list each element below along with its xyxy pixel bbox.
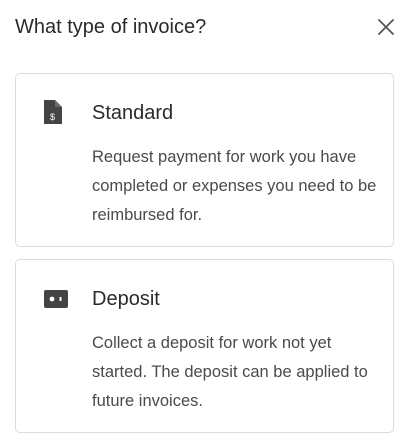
- option-description: Collect a deposit for work not yet start…: [92, 334, 368, 410]
- deposit-card-icon: [44, 286, 68, 313]
- option-description: Request payment for work you have comple…: [92, 148, 377, 224]
- invoice-type-deposit-option[interactable]: Deposit Collect a deposit for work not y…: [15, 259, 394, 433]
- close-icon[interactable]: [377, 18, 395, 36]
- option-title: Standard: [92, 102, 174, 124]
- dialog-title: What type of invoice?: [15, 16, 207, 38]
- close-button[interactable]: [377, 18, 395, 36]
- dollar-document-icon: $: [44, 100, 62, 129]
- svg-text:$: $: [50, 112, 55, 122]
- invoice-type-standard-option[interactable]: $ Standard Request payment for work you …: [15, 73, 394, 247]
- dialog-header: What type of invoice?: [15, 14, 399, 42]
- option-title: Deposit: [92, 288, 160, 310]
